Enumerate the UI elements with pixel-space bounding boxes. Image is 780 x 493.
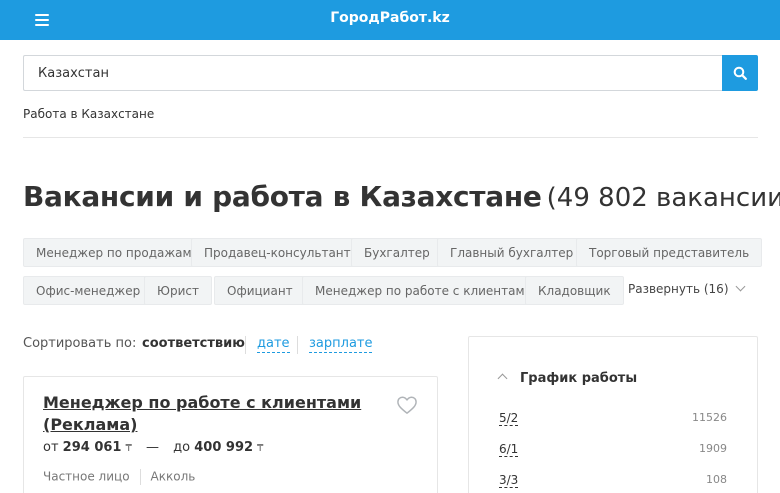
sort-label: Сортировать по: [23, 336, 137, 351]
vacancy-title-link[interactable]: Менеджер по работе с клиентами (Реклама) [43, 392, 373, 436]
salary-from: 294 061 [62, 440, 122, 455]
site-logo[interactable]: ГородРабот.kz [0, 10, 780, 26]
salary-range: от 294 061 ₸ — до 400 992 ₸ [43, 440, 264, 455]
currency-icon: ₸ [257, 443, 264, 454]
filter-title: График работы [520, 371, 638, 386]
tag-item[interactable]: Кладовщик [525, 276, 624, 305]
tag-item[interactable]: Главный бухгалтер [437, 238, 587, 267]
expand-tags-button[interactable]: Развернуть (16) [628, 281, 745, 296]
breadcrumb[interactable]: Работа в Казахстане [23, 107, 154, 121]
filter-option[interactable]: 6/1 1909 [499, 442, 727, 457]
tag-item[interactable]: Продавец-консультант [191, 238, 364, 267]
salary-to: 400 992 [194, 440, 254, 455]
search-input[interactable] [23, 55, 723, 91]
schedule-filter: График работы 5/2 11526 6/1 1909 3/3 108 [468, 336, 758, 493]
employer-name: Частное лицо [43, 469, 130, 484]
currency-icon: ₸ [125, 443, 132, 454]
vacancy-meta: Частное лицо Акколь [43, 469, 195, 485]
sort-by-salary-link[interactable]: зарплате [309, 336, 373, 353]
tag-item[interactable]: Бухгалтер [351, 238, 443, 267]
search-icon [733, 66, 747, 80]
tag-item[interactable]: Юрист [144, 276, 212, 305]
vacancy-card: Менеджер по работе с клиентами (Реклама)… [23, 376, 438, 493]
page-title-main: Вакансии и работа в Казахстане [23, 180, 542, 213]
filter-option[interactable]: 3/3 108 [499, 473, 727, 488]
tag-item[interactable]: Торговый представитель [576, 238, 763, 267]
filter-option[interactable]: 5/2 11526 [499, 411, 727, 426]
tag-item[interactable]: Офис-менеджер [23, 276, 154, 305]
tag-item[interactable]: Менеджер по продажам [23, 238, 205, 267]
filter-toggle[interactable]: График работы [497, 371, 638, 386]
expand-label: Развернуть (16) [628, 282, 729, 296]
top-bar: ГородРабот.kz [0, 0, 780, 40]
vacancy-city: Акколь [150, 469, 196, 484]
divider [23, 137, 758, 138]
search-bar [23, 55, 758, 91]
tag-item[interactable]: Менеджер по работе с клиентами [302, 276, 546, 305]
chevron-down-icon [735, 281, 745, 292]
heart-icon[interactable] [396, 395, 418, 415]
search-button[interactable] [722, 55, 758, 91]
tag-item[interactable]: Официант [214, 276, 306, 305]
sort-by-date-link[interactable]: дате [257, 336, 290, 353]
chevron-up-icon [497, 373, 508, 384]
sort-current: соответствию [142, 336, 245, 351]
vacancy-count: (49 802 вакансии) [546, 183, 780, 213]
page-title: Вакансии и работа в Казахстане (49 802 в… [23, 180, 780, 213]
sort-bar: Сортировать по: соответствию дате зарпла… [23, 336, 373, 354]
